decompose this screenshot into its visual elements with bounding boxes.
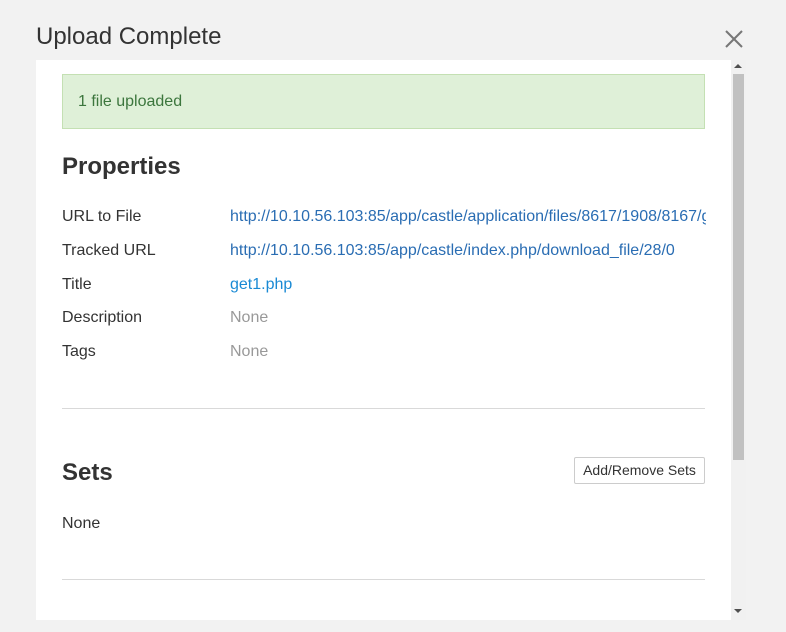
sets-divider xyxy=(62,579,705,580)
success-alert: 1 file uploaded xyxy=(62,74,705,129)
tags-value: None xyxy=(230,343,269,360)
scrollbar-thumb[interactable] xyxy=(733,74,744,460)
vertical-scrollbar[interactable] xyxy=(731,60,746,620)
description-label: Description xyxy=(62,309,143,326)
title-value-link[interactable]: get1.php xyxy=(230,275,292,295)
properties-heading: Properties xyxy=(62,153,181,180)
upload-complete-dialog: Upload Complete 1 file uploaded Properti… xyxy=(0,0,786,632)
sets-value: None xyxy=(62,515,101,532)
url-to-file-link[interactable]: http://10.10.56.103:85/app/castle/applic… xyxy=(230,207,706,227)
scroll-down-arrow-icon[interactable] xyxy=(734,609,742,613)
add-remove-sets-button[interactable]: Add/Remove Sets xyxy=(574,457,705,484)
dialog-title: Upload Complete xyxy=(36,23,222,50)
properties-divider xyxy=(62,408,705,409)
tracked-url-label: Tracked URL xyxy=(62,242,156,259)
alert-message: 1 file uploaded xyxy=(78,93,183,110)
tracked-url-link[interactable]: http://10.10.56.103:85/app/castle/index.… xyxy=(230,241,706,261)
url-to-file-label: URL to File xyxy=(62,208,142,225)
scroll-up-arrow-icon[interactable] xyxy=(734,64,742,68)
title-label: Title xyxy=(62,276,92,293)
sets-heading: Sets xyxy=(62,459,113,486)
tags-label: Tags xyxy=(62,343,96,360)
dialog-content: 1 file uploaded Properties URL to File h… xyxy=(36,60,731,620)
description-value: None xyxy=(230,309,269,326)
close-icon[interactable] xyxy=(722,27,746,51)
